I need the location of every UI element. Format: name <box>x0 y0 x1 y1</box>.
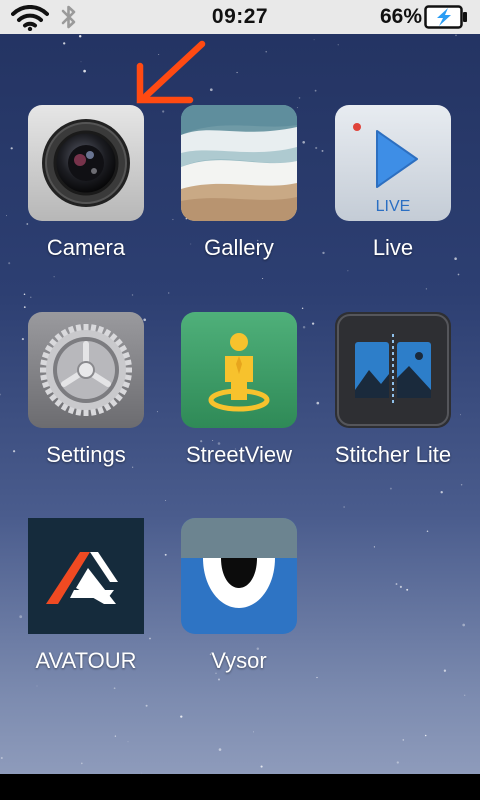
vysor-eye-icon <box>181 518 297 634</box>
camera-lens-icon <box>28 105 144 221</box>
app-label: Stitcher Lite <box>334 442 452 467</box>
stitch-panorama-icon <box>335 312 451 428</box>
street-view-person-icon <box>181 312 297 428</box>
beach-photo-icon <box>181 105 297 221</box>
play-live-icon: LIVE <box>335 105 451 221</box>
live-text: LIVE <box>376 198 411 215</box>
navigation-bar <box>0 774 480 800</box>
avatour-logo-icon <box>28 518 144 634</box>
status-bar: 09:27 66% <box>0 0 480 34</box>
gear-icon <box>28 312 144 428</box>
app-label: Vysor <box>211 648 267 673</box>
battery-percentage: 66% <box>379 5 422 28</box>
battery-charging-icon <box>424 5 467 29</box>
arrow-pointer-icon <box>136 40 206 104</box>
app-label: Live <box>372 235 414 260</box>
